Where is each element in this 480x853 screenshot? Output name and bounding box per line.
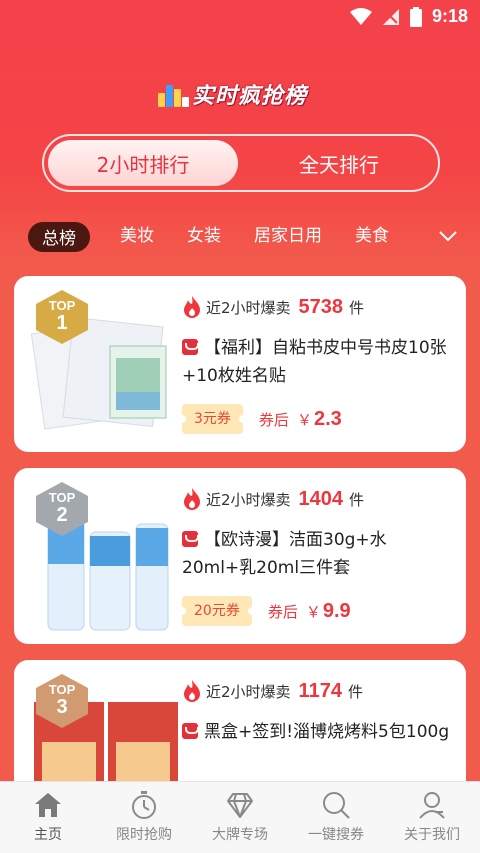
tab-home[interactable]: 主页: [0, 782, 96, 853]
sales-info: 近2小时爆卖 5738 件: [182, 292, 364, 322]
product-title: 【欧诗漫】洁面30g+水20ml+乳20ml三件套: [182, 530, 387, 578]
fire-icon: [184, 488, 200, 510]
sales-info: 近2小时爆卖 1404 件: [182, 484, 364, 514]
signal-icon: [382, 8, 399, 25]
product-card[interactable]: TOP 1 近2小时爆卖 5738 件 【福利】自粘书皮中号书皮10张+10枚姓…: [14, 276, 466, 452]
tab-brands[interactable]: 大牌专场: [192, 782, 288, 853]
sales-count: 5738: [298, 295, 344, 318]
price-row: 3元券 券后 ￥ 2.3: [178, 402, 342, 436]
category-bar: 总榜 美妆 女装 居家日用 美食: [0, 218, 480, 254]
chevron-down-icon[interactable]: [436, 224, 460, 248]
battery-icon: [409, 6, 422, 27]
category-beauty[interactable]: 美妆: [120, 218, 154, 254]
rank-badge: TOP 1: [36, 290, 88, 344]
status-icons: 9:18: [349, 6, 468, 27]
tab-about-us[interactable]: 关于我们: [384, 782, 480, 853]
category-home[interactable]: 居家日用: [254, 218, 322, 254]
product-title: 黑盒+签到!淄博烧烤料5包100g: [182, 718, 458, 746]
user-icon: [419, 792, 445, 819]
product-title: 【福利】自粘书皮中号书皮10张+10枚姓名贴: [182, 338, 447, 386]
fire-icon: [184, 680, 200, 702]
bottom-tab-bar: 主页 限时抢购 大牌专场 一键搜券 关于我们: [0, 781, 480, 853]
tab-coupon-search[interactable]: 一键搜券: [288, 782, 384, 853]
category-all[interactable]: 总榜: [28, 222, 90, 252]
final-price: 9.9: [322, 599, 351, 622]
coupon-tag[interactable]: 3元券: [178, 404, 247, 434]
status-bar: 9:18: [0, 0, 480, 32]
fire-icon: [184, 296, 200, 318]
page-title: 实时疯抢榜: [192, 84, 308, 109]
shop-bag-icon: [182, 723, 199, 739]
home-icon: [35, 793, 61, 817]
diamond-icon: [227, 793, 253, 818]
coupon-tag[interactable]: 20元券: [178, 596, 256, 626]
sales-count: 1174: [298, 679, 342, 702]
sales-info: 近2小时爆卖 1174 件: [182, 676, 363, 706]
ranking-period-switch: 2小时排行 全天排行: [42, 134, 440, 192]
tab-all-day-ranking[interactable]: 全天排行: [244, 140, 434, 186]
sales-count: 1404: [298, 487, 344, 510]
status-time: 9:18: [431, 6, 468, 26]
ranking-logo-icon: [158, 81, 189, 107]
price-row: 20元券 券后 ￥ 9.9: [178, 594, 351, 628]
product-card[interactable]: TOP 2 近2小时爆卖 1404 件 【欧诗漫】洁面30g+水20ml+乳20…: [14, 468, 466, 644]
rank-badge: TOP 3: [36, 674, 88, 728]
category-womens-wear[interactable]: 女装: [187, 218, 221, 254]
search-icon: [323, 792, 350, 819]
final-price: 2.3: [313, 407, 342, 430]
shop-bag-icon: [182, 531, 199, 547]
shop-bag-icon: [182, 339, 199, 355]
tab-flash-sale[interactable]: 限时抢购: [96, 782, 192, 853]
page-header: 实时疯抢榜: [158, 78, 307, 110]
tab-2-hour-ranking[interactable]: 2小时排行: [48, 140, 238, 186]
rank-badge: TOP 2: [36, 482, 88, 536]
category-food[interactable]: 美食: [355, 218, 389, 254]
stopwatch-icon: [132, 791, 156, 819]
wifi-icon: [349, 7, 372, 25]
